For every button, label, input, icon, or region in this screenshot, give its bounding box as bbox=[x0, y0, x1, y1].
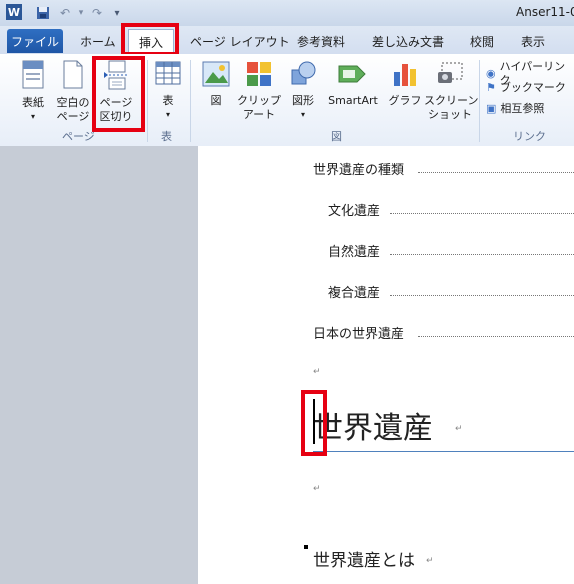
bookmark-label: ブックマーク bbox=[499, 81, 566, 94]
toc-leader bbox=[418, 336, 574, 337]
keep-with-next-marker bbox=[304, 545, 308, 549]
picture-button[interactable]: 図 bbox=[196, 60, 236, 108]
shapes-button[interactable]: 図形 ▾ bbox=[284, 60, 322, 122]
customize-qat-icon[interactable]: ▾ bbox=[108, 4, 126, 22]
redo-icon[interactable]: ↷ bbox=[88, 4, 106, 22]
screenshot-icon bbox=[438, 62, 463, 83]
paragraph-mark: ↵ bbox=[426, 556, 434, 566]
clipart-label: クリップ アート bbox=[237, 94, 281, 121]
smartart-icon bbox=[338, 65, 366, 83]
paragraph-mark: ↵ bbox=[455, 424, 463, 434]
cross-reference-label: 相互参照 bbox=[500, 102, 545, 115]
blank-page-label: 空白の ページ bbox=[56, 96, 90, 123]
ribbon-separator bbox=[479, 60, 480, 142]
tab-review[interactable]: 校閲 bbox=[470, 30, 494, 52]
picture-label: 図 bbox=[210, 94, 222, 107]
toc-entry[interactable]: 自然遺産 bbox=[328, 241, 380, 260]
highlight-insert-tab bbox=[121, 23, 179, 56]
cover-dropdown-icon: ▾ bbox=[30, 112, 35, 121]
cover-page-button[interactable]: 表紙 ▾ bbox=[14, 60, 52, 124]
tab-view[interactable]: 表示 bbox=[521, 30, 545, 52]
table-button[interactable]: 表 ▾ bbox=[150, 60, 186, 122]
heading-underline bbox=[313, 451, 574, 452]
tab-mailings[interactable]: 差し込み文書 bbox=[372, 30, 444, 52]
toc-leader bbox=[418, 172, 574, 173]
paragraph-mark: ↵ bbox=[313, 484, 321, 494]
toc-entry[interactable]: 文化遺産 bbox=[328, 200, 380, 219]
heading-2[interactable]: 世界遺産とは bbox=[313, 546, 415, 571]
ribbon-separator bbox=[190, 60, 191, 142]
save-icon[interactable] bbox=[34, 4, 52, 22]
smartart-label: SmartArt bbox=[328, 94, 378, 107]
clipart-icon bbox=[247, 62, 271, 86]
tab-references[interactable]: 参考資料 bbox=[297, 30, 345, 52]
toc-leader bbox=[390, 254, 574, 255]
cover-page-label: 表紙 bbox=[22, 96, 44, 109]
document-page[interactable] bbox=[198, 146, 574, 584]
table-dropdown-icon: ▾ bbox=[165, 110, 170, 119]
cross-reference-icon: ▣ bbox=[486, 102, 497, 115]
chart-icon bbox=[394, 64, 416, 86]
window-title: Anser11-0 bbox=[516, 5, 574, 19]
blank-page-icon bbox=[63, 60, 83, 89]
toc-entry[interactable]: 世界遺産の種類 bbox=[313, 159, 404, 178]
picture-icon bbox=[202, 61, 230, 87]
blank-page-button[interactable]: 空白の ページ bbox=[52, 60, 94, 124]
chart-button[interactable]: グラフ bbox=[386, 60, 424, 108]
group-label-links: リンク bbox=[513, 130, 546, 143]
screenshot-label: スクリーン ショット bbox=[424, 94, 479, 121]
document-left-margin bbox=[0, 146, 198, 584]
table-icon bbox=[155, 61, 181, 85]
ribbon-separator bbox=[147, 60, 148, 142]
globe-link-icon: ◉ bbox=[486, 67, 496, 80]
group-label-tables: 表 bbox=[161, 130, 172, 143]
highlight-cursor bbox=[301, 390, 327, 456]
tab-page-layout[interactable]: ページ レイアウト bbox=[190, 30, 290, 52]
group-label-illustrations: 図 bbox=[331, 130, 342, 143]
shapes-icon bbox=[291, 61, 316, 85]
bookmark-button[interactable]: ⚑ ブックマーク bbox=[486, 81, 572, 95]
title-bar: W ↶ ▾ ↷ ▾ Anser11-0 bbox=[0, 0, 574, 27]
shapes-dropdown-icon: ▾ bbox=[300, 110, 305, 119]
cover-page-icon bbox=[22, 60, 44, 89]
shapes-label: 図形 bbox=[292, 94, 314, 107]
bookmark-icon: ⚑ bbox=[486, 81, 496, 94]
clipart-button[interactable]: クリップ アート bbox=[236, 60, 282, 122]
chart-label: グラフ bbox=[388, 94, 422, 107]
toc-entry[interactable]: 日本の世界遺産 bbox=[313, 323, 404, 342]
cross-reference-button[interactable]: ▣ 相互参照 bbox=[486, 102, 572, 116]
screenshot-button[interactable]: スクリーン ショット bbox=[424, 60, 479, 122]
table-label: 表 bbox=[162, 94, 174, 107]
smartart-button[interactable]: SmartArt bbox=[322, 60, 384, 108]
group-label-pages: ページ bbox=[62, 130, 95, 143]
word-icon[interactable]: W bbox=[6, 4, 22, 20]
toc-entry[interactable]: 複合遺産 bbox=[328, 282, 380, 301]
paragraph-mark: ↵ bbox=[313, 367, 321, 377]
tab-file[interactable]: ファイル bbox=[7, 29, 63, 53]
heading-1[interactable]: 世界遺産 bbox=[313, 403, 433, 447]
highlight-page-break bbox=[92, 56, 145, 132]
tab-home[interactable]: ホーム bbox=[80, 30, 116, 52]
toc-leader bbox=[390, 213, 574, 214]
toc-leader bbox=[390, 295, 574, 296]
